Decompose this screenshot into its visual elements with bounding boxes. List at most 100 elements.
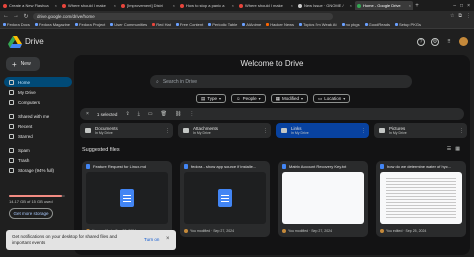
close-icon[interactable]: × <box>173 3 175 8</box>
folder-card[interactable]: Documents In My Drive ⋮ <box>80 123 173 138</box>
file-thumbnail <box>380 172 462 224</box>
settings-icon[interactable]: ⚙ <box>431 37 439 46</box>
sidebar-item-spam[interactable]: Spam <box>4 145 72 155</box>
more-icon[interactable]: ⋮ <box>361 128 366 134</box>
bookmark[interactable]: Topics I'm Weak At <box>299 22 337 27</box>
close-icon[interactable]: × <box>114 3 116 8</box>
close-icon[interactable]: × <box>409 3 411 8</box>
folder-card[interactable]: Attachments In My Drive ⋮ <box>178 123 271 138</box>
bookmark[interactable]: GoodReads <box>364 22 390 27</box>
browser-tab[interactable]: New Issue · GNOME / × <box>296 1 354 10</box>
file-card[interactable]: fedora - show app source if installe... … <box>180 161 270 237</box>
file-card-header: how do we determine water of hyc... <box>376 161 466 172</box>
trash-icon[interactable]: 🗑 <box>161 111 167 117</box>
close-window-icon[interactable]: × <box>467 3 470 9</box>
list-view-icon[interactable]: ☰ <box>447 146 451 152</box>
sidebar-item-starred[interactable]: Starred <box>4 131 72 141</box>
bookmark-icon <box>3 23 6 26</box>
menu-icon[interactable]: ⋮ <box>466 13 471 19</box>
close-icon[interactable]: × <box>291 3 293 8</box>
move-icon[interactable]: ▭ <box>148 111 153 117</box>
extensions-icon[interactable]: ⧉ <box>458 13 462 19</box>
get-more-storage-button[interactable]: Get more storage <box>9 208 53 219</box>
folder-card-selected[interactable]: Links In My Drive ⋮ <box>276 123 369 138</box>
more-icon[interactable]: ⋮ <box>189 111 194 117</box>
browser-tab[interactable]: How to stop a panic a × <box>178 1 236 10</box>
new-tab-button[interactable]: + <box>413 3 421 9</box>
grid-view-icon[interactable]: ▦ <box>455 146 460 152</box>
people-icon: ☺ <box>236 96 241 101</box>
close-icon[interactable]: × <box>232 3 234 8</box>
toast-message: Get notifications on your desktop for sh… <box>12 234 118 245</box>
chevron-down-icon: ▾ <box>258 96 261 101</box>
avatar[interactable] <box>459 37 468 46</box>
apps-grid-icon[interactable]: ⠿ <box>445 38 453 46</box>
close-icon[interactable]: × <box>55 3 57 8</box>
more-icon[interactable]: ⋮ <box>459 128 464 134</box>
browser-window: Create a New Flashca × Where should I mak… <box>0 0 474 257</box>
bookmark[interactable]: User Communities <box>110 22 147 27</box>
filter-type[interactable]: ▤ Type ▾ <box>196 94 227 103</box>
filter-modified[interactable]: ▦ Modified ▾ <box>270 94 308 103</box>
back-icon[interactable]: ← <box>3 13 9 19</box>
bookmark[interactable]: Fedora Magazine <box>34 22 70 27</box>
sidebar-item-storage[interactable]: Storage (94% full) <box>4 165 72 175</box>
bookmark[interactable]: Red Hat <box>152 22 171 27</box>
close-icon[interactable]: × <box>166 236 170 242</box>
bookmark[interactable]: Free Content <box>175 22 203 27</box>
filter-people[interactable]: ☺ People ▾ <box>231 94 266 103</box>
filter-location[interactable]: ▭ Location ▾ <box>312 94 351 103</box>
sidebar-item-recent[interactable]: Recent <box>4 121 72 131</box>
maximize-icon[interactable]: □ <box>460 3 463 9</box>
bookmark[interactable]: Fedora Docs <box>3 22 30 27</box>
tab-favicon <box>62 3 66 8</box>
bookmark[interactable]: Hacker News <box>266 22 294 27</box>
sidebar-item-home[interactable]: Home <box>4 77 72 87</box>
sidebar-item-my-drive[interactable]: My Drive <box>4 87 72 97</box>
minimize-icon[interactable]: – <box>453 3 456 9</box>
bookmark[interactable]: AlAnime <box>242 22 261 27</box>
folder-icon <box>85 128 91 133</box>
document-preview <box>386 176 456 220</box>
bookmark[interactable]: Setup PKGs <box>394 22 421 27</box>
spam-icon <box>9 147 14 153</box>
close-icon[interactable]: × <box>86 111 89 117</box>
more-icon[interactable]: ⋮ <box>165 128 170 134</box>
browser-tab[interactable]: Where should I make × <box>60 1 118 10</box>
search-input[interactable]: ⌕ Search in Drive <box>150 75 412 88</box>
browser-tab[interactable]: Create a New Flashca × <box>1 1 59 10</box>
browser-tab-active[interactable]: Home - Google Drive × <box>355 1 413 10</box>
file-card[interactable]: Feature Request for Linux.md You modifie… <box>82 161 172 237</box>
sidebar-item-computers[interactable]: Computers <box>4 97 72 107</box>
close-icon[interactable]: × <box>350 3 352 8</box>
turn-on-button[interactable]: Turn on <box>144 237 159 242</box>
forward-icon[interactable]: → <box>13 13 19 19</box>
file-card[interactable]: Matrix Account Recovery Key.txt You modi… <box>278 161 368 237</box>
help-icon[interactable]: ? <box>417 37 425 46</box>
sidebar-item-trash[interactable]: Trash <box>4 155 72 165</box>
bookmark[interactable]: no pkgs <box>341 22 360 27</box>
new-button[interactable]: + New <box>6 57 40 71</box>
storage-text: 14.17 GB of 15 GB used <box>9 199 53 204</box>
file-thumbnail <box>86 172 168 224</box>
tab-favicon <box>180 3 184 8</box>
storage-meter: 14.17 GB of 15 GB used <box>9 195 65 204</box>
more-icon[interactable]: ⋮ <box>263 128 268 134</box>
download-icon[interactable]: ⤓ <box>138 111 140 117</box>
link-icon[interactable]: ⛓ <box>175 111 181 117</box>
file-card[interactable]: how do we determine water of hyc... You … <box>376 161 466 237</box>
sidebar-item-shared[interactable]: Shared with me <box>4 111 72 121</box>
star-icon[interactable]: ☆ <box>450 13 454 19</box>
doc-icon <box>120 189 134 207</box>
reload-icon[interactable]: ↻ <box>23 13 29 20</box>
browser-tab[interactable]: Where should I make × <box>237 1 295 10</box>
people-icon <box>9 113 14 119</box>
bookmarks-bar: Fedora Docs Fedora Magazine Fedora Proje… <box>0 21 474 29</box>
bookmark[interactable]: Fedora Project <box>75 22 105 27</box>
bookmark[interactable]: Periodic Table <box>208 22 237 27</box>
drive-logo-icon[interactable] <box>8 36 22 48</box>
browser-tab[interactable]: [Improvement] Distri × <box>119 1 177 10</box>
folder-card[interactable]: Pictures In My Drive ⋮ <box>374 123 467 138</box>
share-icon[interactable]: ⇪ <box>125 111 129 117</box>
address-bar[interactable]: drive.google.com/drive/home <box>33 12 333 20</box>
